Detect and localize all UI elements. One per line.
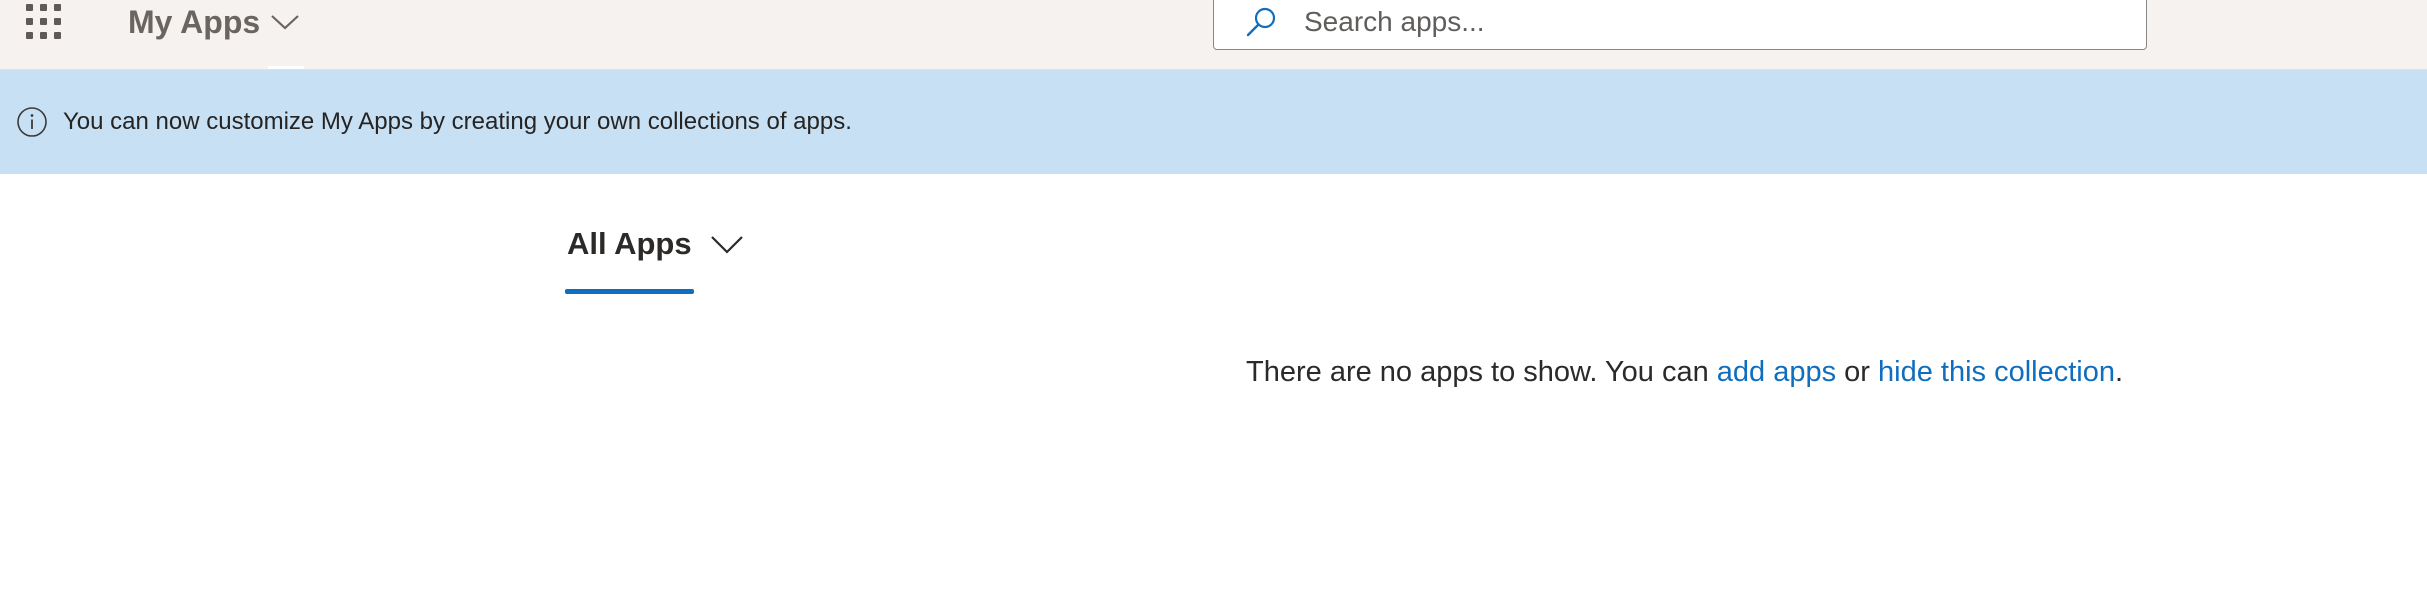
add-apps-link[interactable]: add apps (1717, 356, 1836, 388)
search-icon (1244, 4, 1280, 40)
empty-state-middle: or (1836, 356, 1879, 388)
chevron-down-icon (710, 233, 744, 255)
hide-collection-link[interactable]: hide this collection (1878, 356, 2115, 388)
chevron-down-icon (270, 13, 300, 31)
info-banner: You can now customize My Apps by creatin… (0, 70, 2427, 174)
tab-all-apps[interactable]: All Apps (567, 226, 744, 262)
search-box[interactable] (1213, 0, 2147, 50)
search-input[interactable] (1302, 5, 2086, 39)
empty-state-message: There are no apps to show. You can add a… (1246, 356, 2123, 389)
collection-label: All Apps (567, 226, 692, 261)
info-icon (15, 105, 49, 139)
tab-selected-indicator (565, 289, 694, 294)
app-title-dropdown[interactable]: My Apps (128, 0, 300, 44)
app-title: My Apps (128, 3, 261, 40)
title-underline (268, 66, 304, 69)
banner-message: You can now customize My Apps by creatin… (63, 108, 852, 135)
empty-state-prefix: There are no apps to show. You can (1246, 356, 1717, 388)
waffle-icon[interactable] (26, 4, 62, 40)
empty-state-suffix: . (2115, 356, 2124, 388)
top-bar: My Apps (0, 0, 2427, 70)
